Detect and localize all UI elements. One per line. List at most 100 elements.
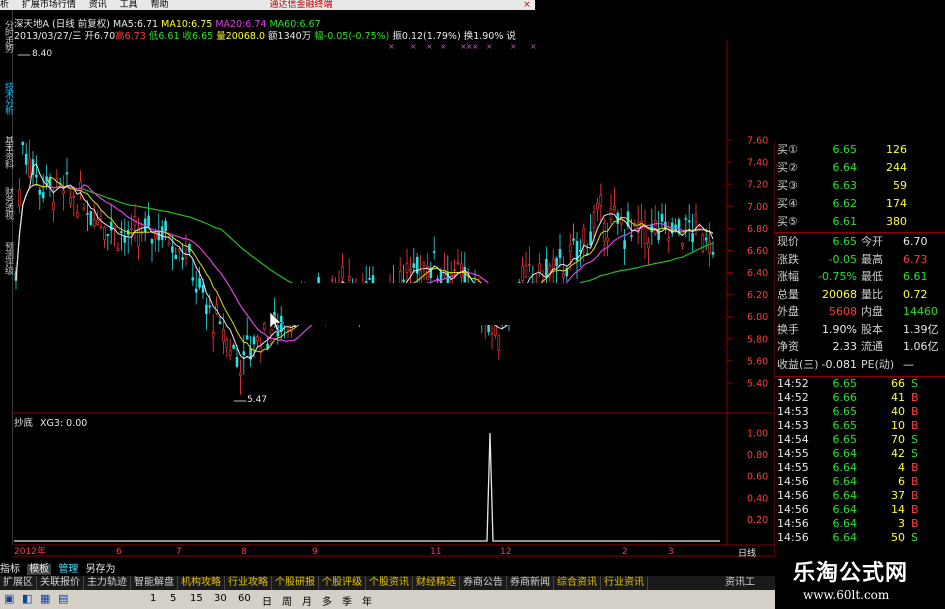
occlusion-box — [284, 283, 659, 325]
nav-item[interactable]: 财经精选 — [413, 576, 460, 590]
x-tick-label: 3 — [668, 547, 674, 557]
tick-row: 14:52 6.65 66 S — [775, 377, 945, 391]
nav-item[interactable]: 机构攻略 — [178, 576, 225, 590]
period-button[interactable]: 5 — [170, 593, 176, 604]
period-button[interactable]: 年 — [362, 593, 372, 608]
tick-price: 6.64 — [832, 489, 858, 502]
period-button[interactable]: 日 — [262, 593, 272, 608]
tick-price: 6.65 — [832, 405, 858, 418]
event-marker: × — [388, 42, 395, 51]
stat-value: 6.65 — [832, 235, 858, 248]
nav-item[interactable]: 券商新闻 — [507, 576, 554, 590]
tick-price: 6.64 — [832, 531, 858, 544]
event-marker: × — [486, 42, 493, 51]
bid-volume: 174 — [886, 197, 907, 210]
day-info: 2013/03/27/三 开6.70高6.73 低6.61 收6.65 量200… — [14, 31, 516, 42]
tab-indicator[interactable]: 指标 — [0, 564, 20, 575]
stat-row: 收益(三) -0.081 PE(动) — — [775, 357, 945, 373]
stat-label-2: PE(动) — [861, 357, 895, 371]
stat-label-2: 股本 — [861, 322, 883, 336]
nav-item[interactable]: 券商公告 — [460, 576, 507, 590]
candle-body — [24, 153, 28, 165]
candle-body — [497, 334, 501, 351]
stat-label-2: 内盘 — [861, 305, 883, 318]
tick-price: 6.64 — [832, 447, 858, 460]
x-tick-label: 8 — [241, 547, 247, 557]
stat-value: 5608 — [829, 305, 857, 318]
y-tick-label: 7.00 — [747, 202, 768, 213]
event-marker: × — [426, 42, 433, 51]
x-tick-label: 2 — [622, 547, 628, 557]
candle-body — [487, 324, 490, 333]
period-button[interactable]: 季 — [342, 593, 352, 608]
nav-item[interactable]: 个股资讯 — [366, 576, 413, 590]
event-marker: × — [472, 42, 479, 51]
tick-side: S — [911, 531, 918, 544]
toolbar-tool-icon[interactable]: ▣ — [4, 592, 14, 605]
nav-item[interactable]: 行业攻略 — [225, 576, 272, 590]
toolbar-tool-icon[interactable]: ◧ — [22, 592, 32, 605]
toolbar-tool-icon[interactable]: ▦ — [40, 592, 50, 605]
toolbar-tool-icon[interactable]: ▤ — [58, 592, 68, 605]
tick-volume: 70 — [891, 433, 905, 446]
tick-price: 6.64 — [832, 461, 858, 474]
candle-body — [96, 219, 99, 225]
candle-body — [538, 263, 541, 273]
nav-item[interactable]: 个股研报 — [272, 576, 319, 590]
nav-item[interactable]: 综合资讯 — [554, 576, 601, 590]
period-button[interactable]: 月 — [302, 593, 312, 608]
stat-value-2: 6.70 — [903, 235, 928, 248]
period-label: (日线 前复权) — [52, 19, 110, 30]
candle-body — [167, 242, 171, 246]
tick-side: B — [911, 489, 919, 502]
nav-item[interactable]: 个股评级 — [319, 576, 366, 590]
event-marker: × — [410, 42, 417, 51]
candle-body — [279, 315, 283, 332]
bid-row: 买② 6.64 244 — [775, 160, 945, 176]
candle-body — [463, 266, 467, 283]
bottom-tab-bar: 指标 模板 管理 另存为 — [0, 563, 775, 576]
candle-body — [562, 273, 565, 278]
y-tick-label: 7.60 — [747, 136, 768, 147]
info-tools-link[interactable]: 资讯工 — [725, 576, 775, 590]
candle-body — [599, 194, 603, 206]
period-button[interactable]: 30 — [214, 593, 227, 604]
bid-price: 6.61 — [832, 215, 858, 228]
indicator-tick-label: 0.20 — [747, 515, 768, 526]
nav-item[interactable]: 行业资讯 — [601, 576, 648, 590]
tick-side: S — [911, 447, 918, 460]
tick-price: 6.66 — [832, 391, 858, 404]
y-tick-label: 6.20 — [747, 290, 768, 301]
nav-item[interactable]: 主力轨迹 — [84, 576, 131, 590]
period-button[interactable]: 周 — [282, 593, 292, 608]
stat-row: 总量 20068 量比 0.72 — [775, 287, 945, 303]
ma5-label: MA5: — [113, 19, 137, 30]
tick-side: B — [911, 391, 919, 404]
tab-save-as[interactable]: 另存为 — [86, 564, 116, 575]
period-button[interactable]: 多 — [322, 593, 332, 608]
candle-body — [398, 270, 402, 284]
tick-volume: 4 — [898, 461, 905, 474]
bid-price: 6.65 — [832, 143, 858, 156]
candle-body — [137, 228, 140, 247]
nav-item[interactable]: 智能解盘 — [131, 576, 178, 590]
period-button[interactable]: 60 — [238, 593, 251, 604]
nav-item[interactable]: 关联报价 — [37, 576, 84, 590]
period-button[interactable]: 1 — [150, 593, 156, 604]
watermark-title: 乐淘公式网 — [793, 560, 909, 586]
candle-body — [157, 231, 161, 241]
tick-time: 14:56 — [777, 489, 809, 502]
tab-template[interactable]: 模板 — [27, 564, 52, 575]
y-tick-label: 5.80 — [747, 334, 768, 345]
nav-item[interactable]: 扩展区 — [0, 576, 37, 590]
tab-manage[interactable]: 管理 — [58, 564, 78, 575]
day-turnover: 换1.90% — [463, 31, 504, 42]
high-price-label: 8.40 — [32, 49, 53, 59]
period-button[interactable]: 15 — [190, 593, 203, 604]
candle-body — [99, 225, 103, 228]
candle-body — [596, 202, 599, 210]
candle-body — [103, 227, 106, 241]
bid-volume: 126 — [886, 143, 907, 156]
tick-time: 14:56 — [777, 503, 809, 516]
tick-time: 14:55 — [777, 461, 809, 474]
